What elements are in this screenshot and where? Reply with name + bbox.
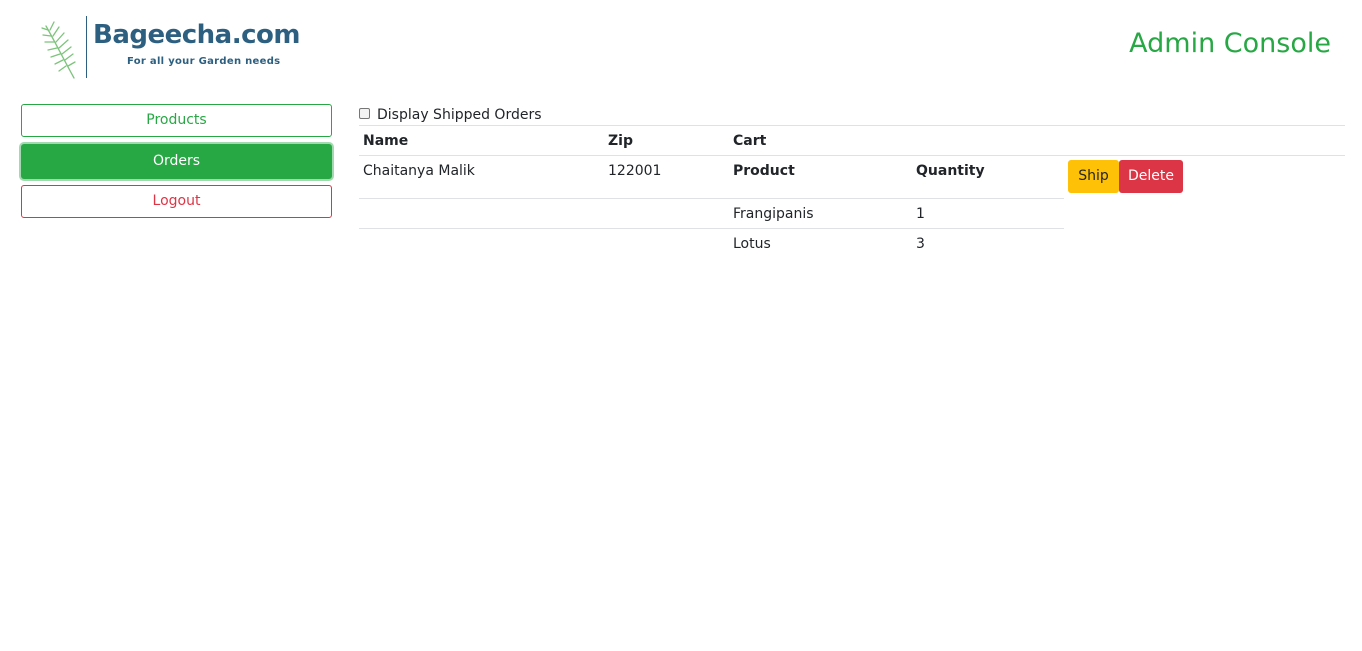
- palm-leaf-icon: [41, 21, 76, 79]
- cart-item-quantity: 3: [916, 236, 925, 252]
- cart-header-rule: [359, 198, 1064, 199]
- brand-tagline: For all your Garden needs: [127, 56, 281, 67]
- shipped-filter-label: Display Shipped Orders: [377, 107, 542, 123]
- delete-button[interactable]: Delete: [1119, 160, 1183, 193]
- shipped-checkbox[interactable]: [359, 108, 370, 119]
- column-header-name: Name: [363, 133, 409, 149]
- brand-name: Bageecha.com: [93, 20, 300, 50]
- header: Bageecha.com For all your Garden needs A…: [0, 0, 1362, 90]
- cart-item-product: Frangipanis: [733, 206, 814, 222]
- column-header-cart: Cart: [733, 133, 767, 149]
- logo-divider: [86, 16, 87, 78]
- cart-item-quantity: 1: [916, 206, 925, 222]
- logout-button[interactable]: Logout: [21, 185, 332, 218]
- column-header-zip: Zip: [608, 133, 633, 149]
- sidebar: Products Orders Logout: [21, 104, 332, 218]
- header-rule: [359, 155, 1345, 156]
- page-title: Admin Console: [1129, 28, 1331, 59]
- order-customer-name: Chaitanya Malik: [363, 163, 475, 179]
- table-top-rule: [359, 125, 1345, 126]
- brand-logo[interactable]: Bageecha.com For all your Garden needs: [38, 14, 328, 80]
- orders-button[interactable]: Orders: [21, 144, 332, 179]
- cart-header-product: Product: [733, 163, 795, 179]
- cart-header-quantity: Quantity: [916, 163, 985, 179]
- order-zip: 122001: [608, 163, 662, 179]
- products-button[interactable]: Products: [21, 104, 332, 137]
- cart-row-rule: [359, 228, 1064, 229]
- cart-item-product: Lotus: [733, 236, 771, 252]
- ship-button[interactable]: Ship: [1068, 160, 1119, 193]
